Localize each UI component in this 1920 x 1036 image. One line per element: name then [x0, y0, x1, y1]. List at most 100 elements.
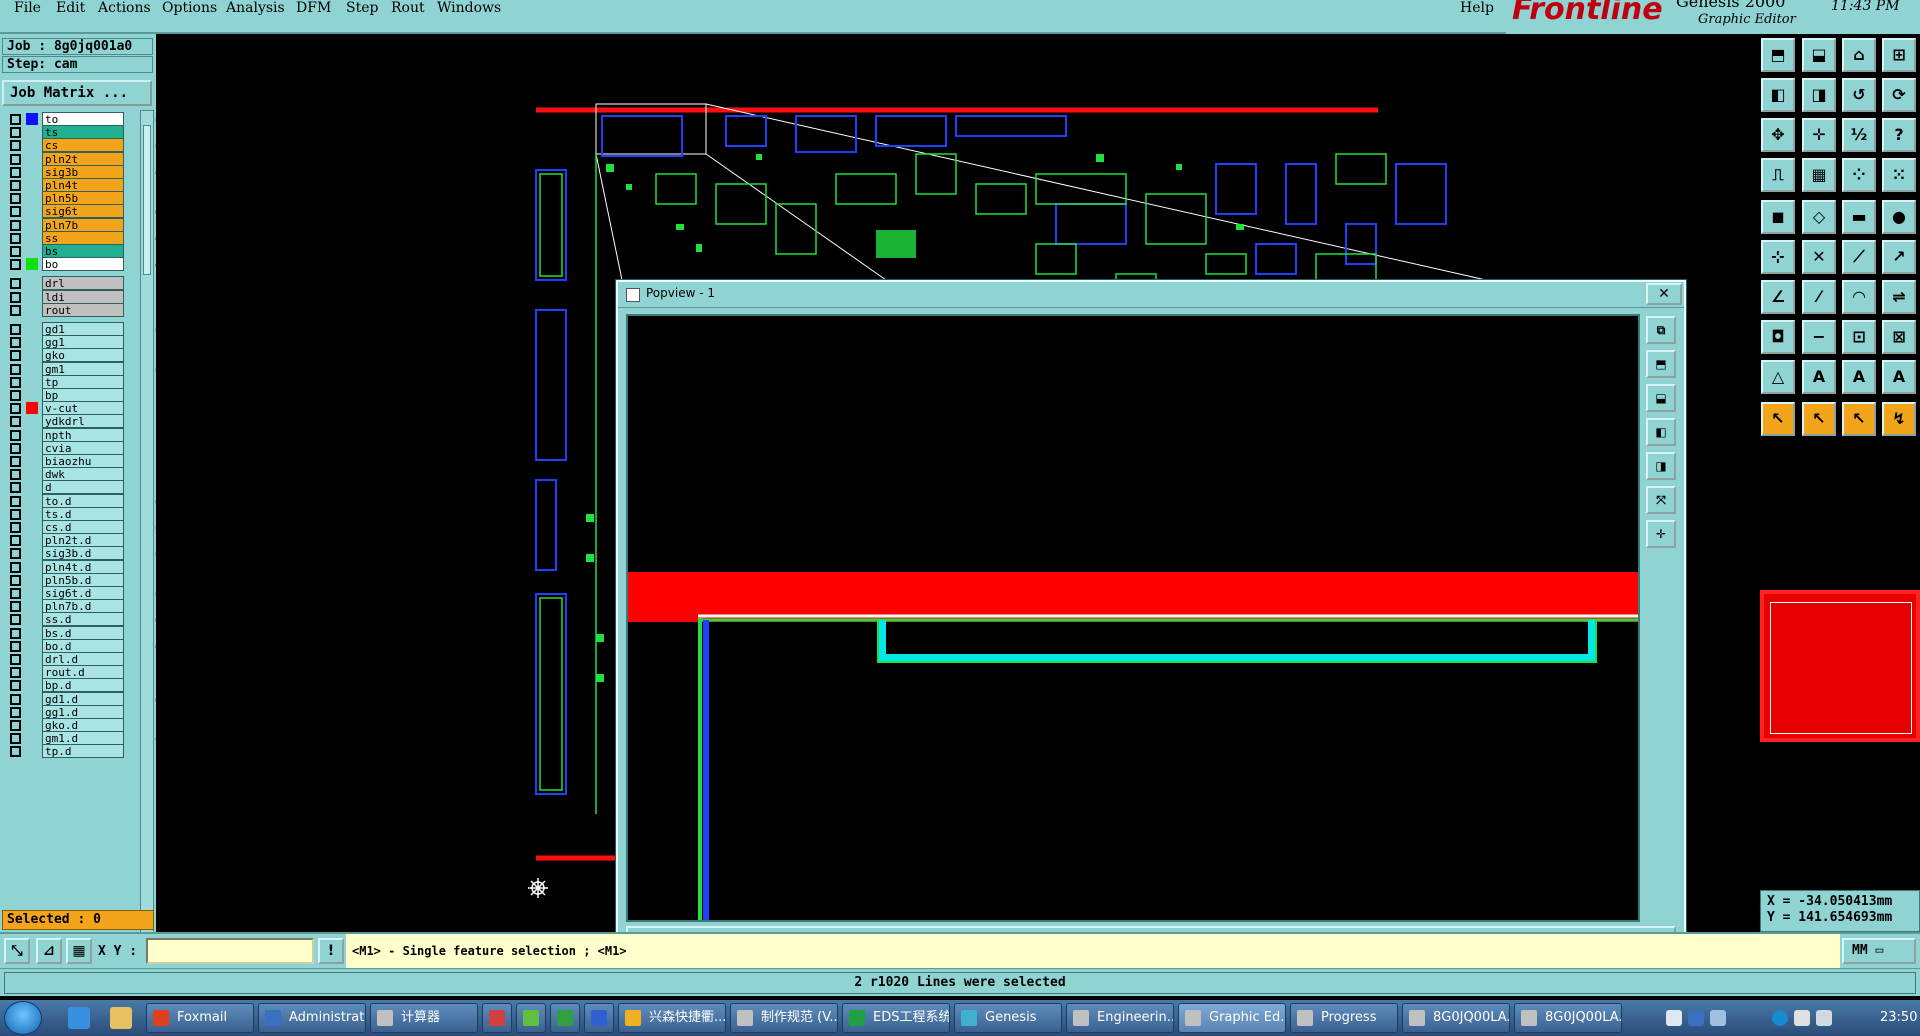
- tool-box-icon[interactable]: ⊡: [1842, 320, 1876, 354]
- tool-connect-icon[interactable]: ⊹: [1761, 240, 1795, 274]
- layer-row[interactable]: rout: [2, 302, 138, 317]
- layer-row[interactable]: v-cut▪: [2, 401, 161, 416]
- layer-checkbox[interactable]: [10, 706, 21, 718]
- layer-name[interactable]: bo⬋: [42, 257, 161, 272]
- layer-row[interactable]: drl.d: [2, 652, 138, 666]
- layer-checkbox[interactable]: [10, 522, 21, 533]
- taskbar-item[interactable]: Graphic Ed...: [1178, 1003, 1286, 1033]
- layer-name[interactable]: sig3b⬋: [42, 164, 161, 179]
- layer-checkbox[interactable]: [10, 574, 21, 586]
- menu-file[interactable]: File: [14, 0, 41, 16]
- layer-checkbox[interactable]: [10, 140, 21, 152]
- layer-checkbox[interactable]: [10, 350, 21, 362]
- layer-row[interactable]: ss⬋: [2, 230, 161, 245]
- layer-name[interactable]: npth: [42, 427, 124, 442]
- layer-checkbox[interactable]: [10, 680, 21, 692]
- layer-checkbox[interactable]: [10, 429, 21, 441]
- layer-checkbox[interactable]: [10, 667, 21, 679]
- layer-row[interactable]: npth: [2, 427, 138, 442]
- tool-text-a2-icon[interactable]: A: [1842, 360, 1876, 394]
- cmd-info-icon[interactable]: !: [318, 938, 344, 964]
- layer-row[interactable]: drl: [2, 276, 138, 291]
- layer-row[interactable]: pln5b.d: [2, 572, 138, 587]
- keyboard-icon[interactable]: [1666, 1010, 1682, 1026]
- tool-center-icon[interactable]: ✛: [1802, 118, 1836, 152]
- tool-scale-icon[interactable]: ½: [1842, 118, 1876, 152]
- layer-row[interactable]: pln7b.d: [2, 599, 138, 614]
- tool-text-a3-icon[interactable]: A: [1882, 360, 1916, 394]
- layer-checkbox[interactable]: [10, 442, 21, 454]
- layer-name[interactable]: gko.d: [42, 718, 124, 732]
- taskbar-clock[interactable]: 23:50: [1880, 1000, 1917, 1036]
- layer-name[interactable]: tp.d: [42, 744, 124, 759]
- layer-checkbox[interactable]: [10, 535, 21, 547]
- layer-name[interactable]: dwk: [42, 467, 124, 482]
- units-selector[interactable]: MM ▭: [1842, 938, 1916, 964]
- layer-name[interactable]: pln2t.d: [42, 533, 124, 548]
- layer-checkbox[interactable]: [10, 363, 21, 375]
- layer-scroll-thumb[interactable]: [143, 125, 151, 275]
- layer-checkbox[interactable]: [10, 614, 21, 626]
- layer-row[interactable]: biaozhu: [2, 454, 138, 468]
- taskbar-item[interactable]: Progress: [1290, 1003, 1398, 1033]
- layer-name[interactable]: gd1⬋: [42, 322, 161, 336]
- layer-name[interactable]: pln7b.d: [42, 599, 124, 614]
- network-icon[interactable]: [1772, 1010, 1788, 1026]
- layer-row[interactable]: sig6t.d⬋: [2, 586, 161, 600]
- layer-checkbox[interactable]: [10, 304, 21, 316]
- tool-home-icon[interactable]: ⌂: [1842, 38, 1876, 72]
- tool-snap-alt-icon[interactable]: ⁙: [1882, 158, 1916, 192]
- tool-node-icon[interactable]: ◘: [1761, 320, 1795, 354]
- tool-redraw-icon[interactable]: ↺: [1842, 78, 1876, 112]
- layer-checkbox[interactable]: [10, 548, 21, 560]
- flag-icon[interactable]: [1794, 1010, 1810, 1026]
- job-matrix-button[interactable]: Job Matrix ...: [2, 80, 152, 106]
- tool-help-icon[interactable]: ?: [1882, 118, 1916, 152]
- layer-row[interactable]: gko.d: [2, 718, 138, 732]
- layer-checkbox[interactable]: [10, 114, 21, 125]
- layer-name[interactable]: pln7b: [42, 217, 124, 232]
- layer-name[interactable]: ts.d: [42, 506, 124, 521]
- tool-snap-icon[interactable]: ⁘: [1842, 158, 1876, 192]
- popview-pan-right-icon[interactable]: ◨: [1646, 452, 1676, 480]
- layer-row[interactable]: pln7b: [2, 217, 138, 232]
- layer-checkbox[interactable]: [10, 588, 21, 599]
- layer-row[interactable]: gko: [2, 348, 138, 363]
- layer-name[interactable]: gg1: [42, 335, 124, 350]
- layer-row[interactable]: pln2t: [2, 151, 138, 166]
- tool-window-icon[interactable]: ⊞: [1882, 38, 1916, 72]
- tool-grid-icon[interactable]: ▦: [1802, 158, 1836, 192]
- layer-row[interactable]: ts.d: [2, 506, 138, 521]
- layer-checkbox[interactable]: [10, 206, 21, 218]
- cmd-zoom-icon[interactable]: ⤡: [4, 938, 30, 964]
- tool-move-icon[interactable]: ↗: [1882, 240, 1916, 274]
- explorer-icon[interactable]: [110, 1007, 132, 1029]
- layer-name[interactable]: drl.d: [42, 652, 124, 666]
- layer-checkbox[interactable]: [10, 733, 21, 745]
- layer-checkbox[interactable]: [10, 508, 21, 520]
- tool-select-add-icon[interactable]: ↖: [1802, 402, 1836, 436]
- layer-checkbox[interactable]: [10, 720, 21, 731]
- layer-name[interactable]: gg1.d: [42, 704, 124, 719]
- taskbar-item[interactable]: [550, 1003, 580, 1033]
- layer-checkbox[interactable]: [10, 456, 21, 467]
- popview-titlebar[interactable]: Popview - 1 ✕: [618, 282, 1684, 308]
- layer-name[interactable]: to.d⬋: [42, 493, 161, 508]
- layer-row[interactable]: gg1.d: [2, 704, 138, 719]
- layer-checkbox[interactable]: [10, 232, 21, 244]
- layer-scrollbar[interactable]: [140, 110, 154, 938]
- layer-name[interactable]: bp: [42, 388, 124, 402]
- layer-row[interactable]: bo.d⬋: [2, 638, 161, 653]
- layer-checkbox[interactable]: [10, 246, 21, 257]
- layer-row[interactable]: d: [2, 480, 138, 495]
- layer-checkbox[interactable]: [10, 561, 21, 573]
- layer-name[interactable]: ss⬋: [42, 230, 161, 245]
- layer-name[interactable]: to⬋: [42, 112, 161, 126]
- layer-checkbox[interactable]: [10, 469, 21, 481]
- layer-name[interactable]: tp: [42, 374, 124, 389]
- layer-checkbox[interactable]: [10, 376, 21, 388]
- layer-checkbox[interactable]: [10, 746, 21, 758]
- layer-row[interactable]: bo⬋: [2, 257, 161, 272]
- cmd-grid-icon[interactable]: ▦: [66, 938, 92, 964]
- layer-row[interactable]: pln5b: [2, 191, 138, 206]
